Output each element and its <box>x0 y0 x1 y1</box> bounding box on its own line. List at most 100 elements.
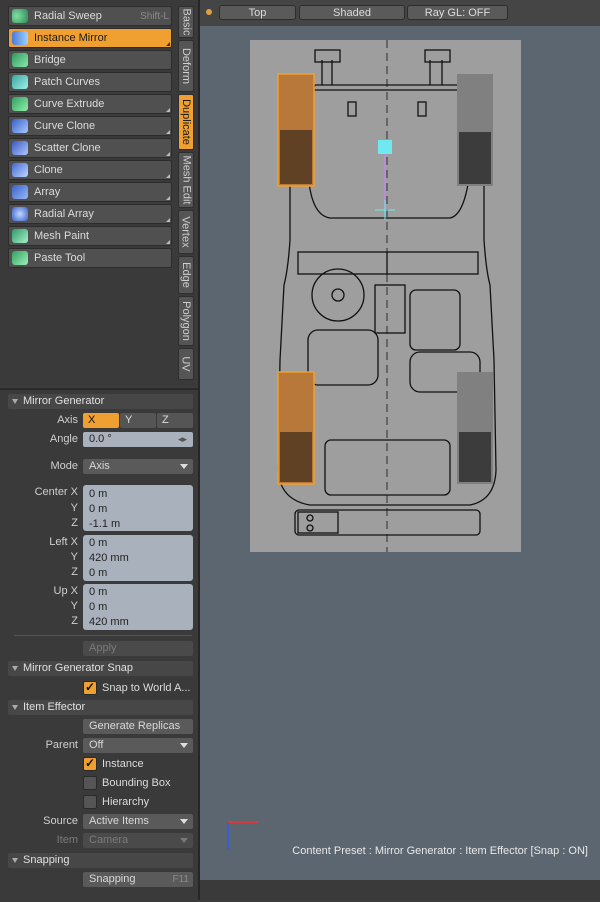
tool-mesh-paint[interactable]: Mesh Paint <box>8 226 172 246</box>
tab-label: Mesh Edit <box>180 155 193 205</box>
tool-curve-extrude[interactable]: Curve Extrude <box>8 94 172 114</box>
collapse-arrow-icon <box>12 858 18 863</box>
snapping-label: Snapping <box>89 873 136 885</box>
center-y-field[interactable]: 0 m <box>89 503 107 515</box>
axis-gizmo-icon <box>227 821 258 850</box>
up-y-field[interactable]: 0 m <box>89 601 107 613</box>
tool-instance-mirror[interactable]: Instance Mirror <box>8 28 172 48</box>
tool-patch-curves[interactable]: Patch Curves <box>8 72 172 92</box>
axis-y-button[interactable]: Y <box>120 413 156 428</box>
tool-label: Radial Sweep <box>34 10 102 22</box>
tool-label: Curve Extrude <box>34 98 105 110</box>
section-title: Item Effector <box>23 701 86 713</box>
snapping-shortcut: F11 <box>172 874 190 885</box>
instance-checkbox[interactable] <box>83 756 97 771</box>
section-snapping[interactable]: Snapping <box>8 853 193 868</box>
axis-x-button[interactable]: X <box>83 413 119 428</box>
tab-duplicate[interactable]: Duplicate <box>178 94 194 150</box>
curve-extrude-icon <box>12 97 28 111</box>
viewport-options-icon[interactable] <box>206 9 212 15</box>
tool-clone[interactable]: Clone <box>8 160 172 180</box>
left-z-field[interactable]: 0 m <box>89 567 107 579</box>
tool-curve-clone[interactable]: Curve Clone <box>8 116 172 136</box>
up-x-field[interactable]: 0 m <box>89 586 107 598</box>
section-title: Snapping <box>23 854 70 866</box>
apply-button[interactable]: Apply <box>83 641 193 656</box>
tab-vertex[interactable]: Vertex <box>178 210 194 254</box>
tool-radial-sweep[interactable]: Radial Sweep Shift-L <box>8 6 172 26</box>
left-x-field[interactable]: 0 m <box>89 537 107 549</box>
tool-radial-array[interactable]: Radial Array <box>8 204 172 224</box>
parent-value: Off <box>89 739 104 751</box>
tool-scatter-clone[interactable]: Scatter Clone <box>8 138 172 158</box>
tool-label: Instance Mirror <box>34 32 108 44</box>
curve-clone-icon <box>12 119 28 133</box>
angle-field[interactable]: 0.0 ° ◂▸ <box>83 432 193 447</box>
array-icon <box>12 185 28 199</box>
tab-uv[interactable]: UV <box>178 348 194 380</box>
tool-array[interactable]: Array <box>8 182 172 202</box>
center-z-field[interactable]: -1.1 m <box>89 518 120 530</box>
section-mirror-generator[interactable]: Mirror Generator <box>8 394 193 409</box>
parent-dropdown[interactable]: Off <box>83 738 193 753</box>
tab-label: Duplicate <box>180 99 193 145</box>
generate-replicas-button[interactable]: Generate Replicas <box>83 719 193 734</box>
item-label: Item <box>56 834 78 846</box>
tool-bridge[interactable]: Bridge <box>8 50 172 70</box>
mirror-handle[interactable] <box>378 140 392 154</box>
wheel-front-left[interactable] <box>277 73 315 187</box>
snapping-button[interactable]: Snapping F11 <box>83 872 193 887</box>
tool-label: Patch Curves <box>34 76 101 88</box>
hierarchy-label: Hierarchy <box>102 796 150 808</box>
tab-deform[interactable]: Deform <box>178 40 194 92</box>
ray-gl-button[interactable]: Ray GL: OFF <box>407 5 508 20</box>
center-vector: 0 m 0 m -1.1 m <box>83 485 193 531</box>
tool-label: Array <box>34 186 61 198</box>
mesh-paint-icon <box>12 229 28 243</box>
center-z-label: Z <box>71 517 78 529</box>
backdrop-vehicle-image <box>250 40 521 552</box>
tool-paste-tool[interactable]: Paste Tool <box>8 248 172 268</box>
up-z-label: Z <box>71 615 78 627</box>
hierarchy-checkbox[interactable] <box>83 795 97 809</box>
tab-polygon[interactable]: Polygon <box>178 296 194 346</box>
submenu-arrow-icon <box>166 130 170 134</box>
snap-to-world-checkbox[interactable] <box>83 680 97 695</box>
axis-z-button[interactable]: Z <box>157 413 193 428</box>
wheel-rear-left[interactable] <box>277 371 315 485</box>
clone-icon <box>12 163 28 177</box>
mode-value: Axis <box>89 460 110 472</box>
angle-value: 0.0 ° <box>89 433 112 445</box>
mode-dropdown[interactable]: Axis <box>83 459 193 474</box>
patch-curves-icon <box>12 75 28 89</box>
left-y-field[interactable]: 420 mm <box>89 552 129 564</box>
tab-edge[interactable]: Edge <box>178 256 194 294</box>
shading-mode-button[interactable]: Shaded <box>299 5 405 20</box>
section-mirror-generator-snap[interactable]: Mirror Generator Snap <box>8 661 193 676</box>
wheel-rear-right[interactable] <box>457 372 493 484</box>
snap-to-world-label: Snap to World A... <box>102 682 191 694</box>
slider-arrows-icon[interactable]: ◂▸ <box>178 434 190 445</box>
submenu-arrow-icon <box>166 196 170 200</box>
section-item-effector[interactable]: Item Effector <box>8 700 193 715</box>
bounding-box-label: Bounding Box <box>102 777 171 789</box>
item-dropdown: Camera <box>83 833 193 848</box>
radial-array-icon <box>12 207 28 221</box>
collapse-arrow-icon <box>12 399 18 404</box>
tab-basic[interactable]: Basic <box>178 6 194 38</box>
viewport-bottom-bar <box>200 880 600 900</box>
instance-label: Instance <box>102 758 144 770</box>
center-x-field[interactable]: 0 m <box>89 488 107 500</box>
source-dropdown[interactable]: Active Items <box>83 814 193 829</box>
section-title: Mirror Generator <box>23 395 105 407</box>
up-z-field[interactable]: 420 mm <box>89 616 129 628</box>
wheel-front-right[interactable] <box>457 74 493 186</box>
center-x-label: Center X <box>34 486 78 498</box>
source-value: Active Items <box>89 815 149 827</box>
view-type-button[interactable]: Top <box>219 5 296 20</box>
section-title: Mirror Generator Snap <box>23 662 134 674</box>
bounding-box-checkbox[interactable] <box>83 776 97 790</box>
tab-mesh-edit[interactable]: Mesh Edit <box>178 152 194 208</box>
collapse-arrow-icon <box>12 666 18 671</box>
center-y-label: Y <box>70 502 78 514</box>
